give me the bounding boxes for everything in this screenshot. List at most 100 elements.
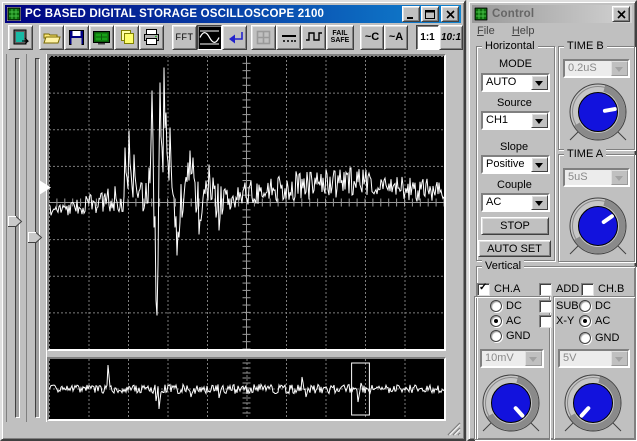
ch-b-checkbox[interactable]: ✓	[581, 283, 594, 296]
chevron-down-icon	[535, 201, 543, 210]
ch-b-dc-radio[interactable]	[579, 300, 591, 312]
channel-a-slider-thumb[interactable]	[8, 215, 23, 227]
ch-a-ac-label: AC	[506, 315, 522, 327]
trigger-level-marker[interactable]	[39, 180, 52, 196]
ch-b-dc-label: DC	[595, 300, 611, 312]
probe-10to1-label: 10:1	[440, 31, 461, 43]
mode-label: MODE	[499, 58, 532, 70]
grid-toggle-button[interactable]	[251, 24, 276, 50]
ch-b-volt-select[interactable]: 5V	[558, 349, 630, 368]
mode-value: AUTO	[486, 76, 517, 88]
probe-10to1-button[interactable]: 10:1	[439, 24, 463, 50]
chevron-down-icon	[615, 176, 623, 185]
mode-select[interactable]: AUTO	[481, 73, 550, 92]
menu-file[interactable]: File	[477, 25, 495, 37]
fft-button[interactable]: FFT	[172, 24, 197, 50]
capture-display-button[interactable]	[89, 24, 114, 50]
ch-b-gain-knob[interactable]	[560, 372, 626, 434]
control-close-button[interactable]	[612, 6, 630, 22]
ch-a-dc-radio[interactable]	[490, 300, 502, 312]
square-wave-button[interactable]	[301, 24, 326, 50]
ch-a-label: CH.A	[494, 283, 521, 295]
undo-arrow-button[interactable]	[222, 24, 247, 50]
print-button[interactable]	[139, 24, 164, 50]
slope-dropdown-arrow[interactable]	[531, 157, 548, 172]
source-label: Source	[497, 97, 532, 109]
toolbar: FFT FAIL SAFE ~C ~A 1:1 10:1	[8, 24, 463, 50]
auto-set-button[interactable]: AUTO SET	[478, 240, 551, 257]
channel-b-position-slider[interactable]	[26, 54, 47, 422]
dashed-line-button[interactable]	[276, 24, 301, 50]
ch-a-volt-select[interactable]: 10mV	[480, 349, 544, 368]
couple-dropdown-arrow[interactable]	[531, 195, 548, 210]
time-b-dropdown-arrow[interactable]	[611, 61, 628, 76]
time-b-select[interactable]: 0.2uS	[563, 59, 630, 78]
sub-checkbox[interactable]: ✓	[539, 300, 552, 313]
coupling-c-button[interactable]: ~C	[360, 24, 384, 50]
channel-b-slider-thumb[interactable]	[28, 232, 43, 243]
chevron-down-icon	[615, 357, 623, 366]
time-b-group-label: TIME B	[564, 40, 607, 52]
time-b-knob[interactable]	[565, 81, 631, 143]
slope-select[interactable]: Positive	[481, 155, 550, 174]
close-button[interactable]	[441, 6, 459, 22]
add-label: ADD	[556, 283, 580, 295]
source-select[interactable]: CH1	[481, 111, 550, 130]
sine-wave-icon	[199, 28, 220, 46]
slope-label: Slope	[500, 141, 529, 153]
minimize-button[interactable]	[402, 6, 420, 22]
ch-a-gnd-label: GND	[506, 330, 531, 342]
waveform-mode-button[interactable]	[197, 24, 222, 50]
horizontal-group-label: Horizontal	[482, 40, 538, 52]
print-icon	[144, 29, 159, 45]
time-a-dropdown-arrow[interactable]	[611, 170, 628, 185]
time-a-value: 5uS	[568, 171, 588, 183]
coupling-c-label: ~C	[364, 31, 380, 43]
scope-display	[47, 54, 446, 351]
fail-safe-button[interactable]: FAIL SAFE	[326, 24, 354, 50]
probe-1to1-button[interactable]: 1:1	[416, 24, 439, 50]
sub-label: SUB	[556, 300, 579, 312]
coupling-a-button[interactable]: ~A	[384, 24, 408, 50]
minimize-icon	[407, 16, 413, 19]
resize-grip[interactable]	[446, 421, 461, 436]
slider-track	[15, 58, 20, 418]
fail-safe-label-1: FAIL	[332, 30, 348, 37]
main-window: PC BASED DIGITAL STORAGE OSCILLOSCOPE 21…	[0, 0, 466, 441]
probe-1to1-label: 1:1	[420, 31, 435, 43]
stop-button[interactable]: STOP	[481, 217, 549, 235]
menu-help[interactable]: Help	[512, 25, 535, 37]
exit-button[interactable]	[8, 24, 33, 50]
main-titlebar[interactable]: PC BASED DIGITAL STORAGE OSCILLOSCOPE 21…	[5, 5, 461, 23]
maximize-button[interactable]	[421, 6, 439, 22]
ch-a-gnd-radio[interactable]	[490, 330, 502, 342]
time-a-group-label: TIME A	[564, 148, 607, 160]
coupling-a-label: ~A	[388, 31, 404, 43]
save-button[interactable]	[64, 24, 89, 50]
source-value: CH1	[486, 114, 509, 126]
maximize-icon	[425, 9, 435, 19]
ch-b-volt-dropdown-arrow[interactable]	[611, 351, 628, 366]
time-a-knob[interactable]	[565, 195, 631, 257]
control-titlebar[interactable]: Control	[472, 5, 632, 23]
undo-arrow-icon	[228, 31, 243, 43]
ch-b-gnd-label: GND	[595, 332, 620, 344]
xy-checkbox[interactable]: ✓	[539, 315, 552, 328]
time-a-select[interactable]: 5uS	[563, 168, 630, 187]
close-icon	[445, 9, 455, 19]
ch-a-checkbox[interactable]: ✓	[477, 283, 490, 296]
ch-a-gain-knob[interactable]	[478, 372, 544, 434]
couple-select[interactable]: AC	[481, 193, 550, 212]
source-dropdown-arrow[interactable]	[531, 113, 548, 128]
add-checkbox[interactable]: ✓	[539, 283, 552, 296]
channel-a-position-slider[interactable]	[6, 54, 27, 422]
mode-dropdown-arrow[interactable]	[531, 75, 548, 90]
open-file-button[interactable]	[39, 24, 64, 50]
preview-display[interactable]	[47, 357, 446, 421]
ch-a-ac-radio[interactable]	[490, 315, 502, 327]
notes-button[interactable]	[114, 24, 139, 50]
ch-a-volt-value: 10mV	[485, 352, 514, 364]
ch-b-gnd-radio[interactable]	[579, 332, 591, 344]
ch-b-ac-radio[interactable]	[579, 315, 591, 327]
ch-a-volt-dropdown-arrow[interactable]	[525, 351, 542, 366]
